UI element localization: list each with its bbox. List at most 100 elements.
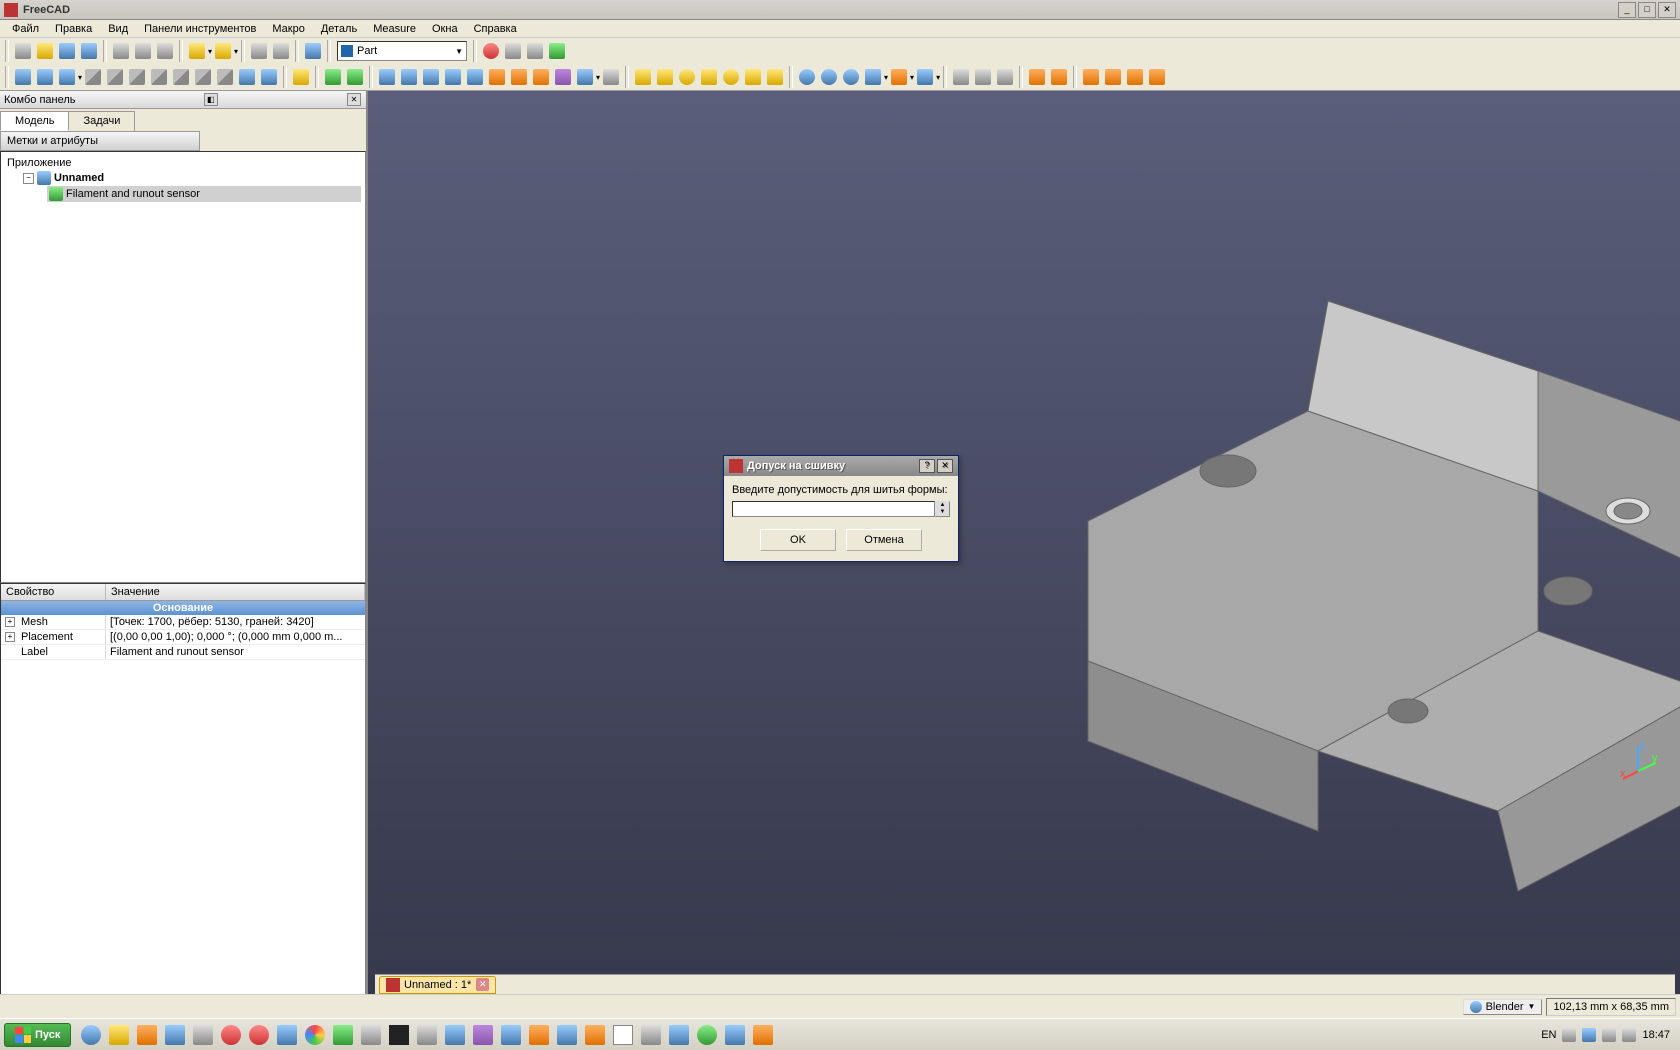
taskbar-app-5[interactable] [193,1025,213,1045]
taskbar-app-21[interactable] [725,1025,745,1045]
dialog-titlebar[interactable]: Допуск на сшивку ? ✕ [724,456,958,476]
measure-toggle-button[interactable] [1103,67,1123,87]
spin-up-button[interactable]: ▲ [936,502,949,509]
expand-icon[interactable]: + [5,632,15,642]
taskbar-app-11[interactable] [389,1025,409,1045]
taskbar-app-18[interactable] [641,1025,661,1045]
close-button[interactable]: ✕ [1658,2,1676,18]
part-sweep-button[interactable] [531,67,551,87]
tool-btn-a[interactable] [187,41,207,61]
taskbar-app-2[interactable] [109,1025,129,1045]
tray-volume-icon[interactable] [1622,1028,1636,1042]
prim-cone-button[interactable] [699,67,719,87]
bool-connect-button[interactable] [863,67,883,87]
taskbar-app-13[interactable] [445,1025,465,1045]
tool-btn-c[interactable] [249,41,269,61]
expand-icon[interactable]: + [5,617,15,627]
tray-icon-1[interactable] [1562,1028,1576,1042]
macro-edit-button[interactable] [525,41,545,61]
part-cross-button[interactable] [601,67,621,87]
part-fillet-button[interactable] [443,67,463,87]
macro-play-button[interactable] [547,41,567,61]
bool-common-button[interactable] [841,67,861,87]
measure-toggle3d-button[interactable] [1125,67,1145,87]
taskbar-app-1[interactable] [81,1025,101,1045]
measure-button-1[interactable] [291,67,311,87]
view-bottom-button[interactable] [193,67,213,87]
bool-union-button[interactable] [819,67,839,87]
taskbar-app-7[interactable] [249,1025,269,1045]
workbench-selector[interactable]: Part ▼ [337,41,467,61]
draw-style-button[interactable] [57,67,77,87]
model-tree[interactable]: Приложение − Unnamed Filament and runout… [0,151,366,583]
prim-builder-button[interactable] [765,67,785,87]
view-right-button[interactable] [149,67,169,87]
dialog-help-button[interactable]: ? [919,459,935,473]
view-fit-sel-button[interactable] [35,67,55,87]
panel-float-button[interactable]: ◧ [204,93,218,106]
menu-macro[interactable]: Макро [264,22,312,36]
open-file-button[interactable] [35,41,55,61]
part-revolve-button[interactable] [399,67,419,87]
prim-cylinder-button[interactable] [655,67,675,87]
part-offset3d-button[interactable] [553,67,573,87]
view-fit-button[interactable] [13,67,33,87]
view-front-button[interactable] [105,67,125,87]
measure-delta-button[interactable] [1147,67,1167,87]
part-ruled-button[interactable] [487,67,507,87]
menu-edit[interactable]: Правка [47,22,100,36]
maximize-button[interactable]: □ [1638,2,1656,18]
prim-prism-button[interactable] [743,67,763,87]
start-button[interactable]: Пуск [4,1023,71,1047]
macro-stop-button[interactable] [503,41,523,61]
section-button[interactable] [973,67,993,87]
taskbar-app-17[interactable] [557,1025,577,1045]
taskbar-app-8[interactable] [277,1025,297,1045]
taskbar-app-12[interactable] [417,1025,437,1045]
tolerance-input[interactable] [732,501,935,517]
part-thickness-button[interactable] [575,67,595,87]
taskbar-freecad[interactable] [613,1025,633,1045]
bool-slice-button[interactable] [915,67,935,87]
bool-cut-button[interactable] [797,67,817,87]
menu-view[interactable]: Вид [100,22,136,36]
save-button[interactable] [57,41,77,61]
check-geom-button[interactable] [951,67,971,87]
taskbar-app-15[interactable] [501,1025,521,1045]
language-indicator[interactable]: EN [1541,1029,1556,1041]
prim-box-button[interactable] [633,67,653,87]
taskbar-app-9[interactable] [333,1025,353,1045]
tree-node-document[interactable]: − Unnamed [21,170,361,186]
redo-button[interactable] [133,41,153,61]
prim-sphere-button[interactable] [677,67,697,87]
new-file-button[interactable] [13,41,33,61]
measure-clear-button[interactable] [1081,67,1101,87]
taskbar-chrome[interactable] [305,1025,325,1045]
view-iso-button[interactable] [83,67,103,87]
refresh-button[interactable] [155,41,175,61]
taskbar-app-10[interactable] [361,1025,381,1045]
cross-sections-button[interactable] [995,67,1015,87]
panel-close-button[interactable]: ✕ [347,93,361,106]
bool-fragments-button[interactable] [889,67,909,87]
render-mode-button[interactable]: Blender ▼ [1463,999,1543,1015]
tray-icon-3[interactable] [1602,1028,1616,1042]
tab-model[interactable]: Модель [0,111,69,131]
tray-icon-2[interactable] [1582,1028,1596,1042]
taskbar-app-16[interactable] [529,1025,549,1045]
minimize-button[interactable]: _ [1618,2,1636,18]
view-rot-left-button[interactable] [237,67,257,87]
macro-record-button[interactable] [481,41,501,61]
measure-linear-button[interactable] [1027,67,1047,87]
part-tool-1[interactable] [323,67,343,87]
dialog-close-button[interactable]: ✕ [937,459,953,473]
tree-node-application[interactable]: Приложение [5,156,361,170]
part-extrude-button[interactable] [377,67,397,87]
prim-torus-button[interactable] [721,67,741,87]
part-tool-2[interactable] [345,67,365,87]
tree-node-item[interactable]: Filament and runout sensor [47,186,361,202]
menu-toolbars[interactable]: Панели инструментов [136,22,264,36]
menu-windows[interactable]: Окна [424,22,466,36]
tab-close-button[interactable]: ✕ [476,978,489,991]
part-mirror-button[interactable] [421,67,441,87]
